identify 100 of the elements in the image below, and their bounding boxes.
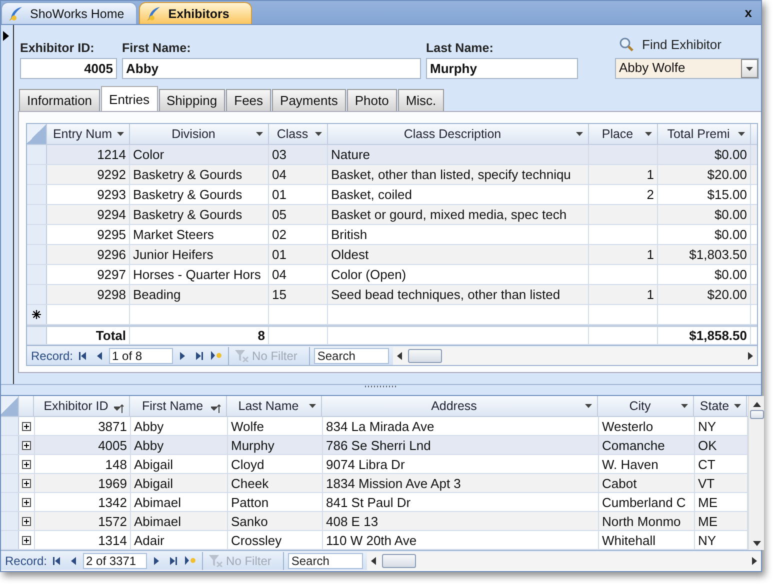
document-tab[interactable]: ShoWorks Home <box>1 2 138 24</box>
caret-icon <box>746 66 753 70</box>
column-header[interactable]: Class Description <box>328 124 589 144</box>
table-row[interactable]: 1969 Abigail Cheek 1834 Mission Ave Apt 3 Cabot VT <box>1 474 748 493</box>
table-cell: Oldest <box>328 245 589 264</box>
splitter-bar[interactable] <box>1 384 761 396</box>
table-cell: $20.00 <box>658 165 751 184</box>
caret-icon <box>256 132 263 136</box>
row-selector[interactable] <box>27 305 47 324</box>
scroll-thumb[interactable] <box>382 554 416 568</box>
table-row[interactable]: 9292 Basketry & Gourds 04 Basket, other than listed, specify techniqu 1 $20.00 <box>27 165 757 185</box>
column-header[interactable]: First Name <box>130 396 227 416</box>
last-record-button[interactable] <box>167 556 180 564</box>
horizontal-scrollbar[interactable] <box>393 346 757 364</box>
table-cell: $1,803.50 <box>658 245 751 264</box>
table-cell: 1214 <box>47 145 130 164</box>
new-record-button[interactable] <box>209 351 224 360</box>
table-cell: Cumberland C <box>599 493 695 511</box>
table-row[interactable]: 9298 Beading 15 Seed bead techniques, other than listed 1 $20.00 <box>27 285 757 305</box>
record-label: Record: <box>31 348 74 362</box>
table-cell: 1342 <box>35 493 131 511</box>
input-field[interactable]: Abby <box>122 58 421 79</box>
vertical-scrollbar[interactable] <box>748 396 764 550</box>
tab[interactable]: Entries <box>101 86 158 111</box>
table-cell: Abby <box>131 436 228 454</box>
document-tab[interactable]: Exhibitors <box>139 2 252 24</box>
search-icon <box>619 37 634 52</box>
column-header[interactable]: Address <box>322 396 598 416</box>
table-cell: $0.00 <box>658 265 751 284</box>
table-cell: 01 <box>269 185 328 204</box>
dropdown-button[interactable] <box>741 59 758 78</box>
table-row[interactable]: 9296 Junior Heifers 01 Oldest 1 $1,803.50 <box>27 245 757 265</box>
column-header[interactable]: Entry Num <box>47 124 130 144</box>
scroll-thumb[interactable] <box>750 410 764 419</box>
search-field[interactable]: Search <box>314 348 390 364</box>
column-header[interactable]: Class <box>269 124 328 144</box>
table-cell: 9298 <box>47 285 130 304</box>
last-record-button[interactable] <box>193 352 206 360</box>
expand-icon[interactable] <box>22 536 31 544</box>
column-header[interactable]: Division <box>130 124 269 144</box>
table-cell: British <box>328 225 589 244</box>
input-field[interactable]: Murphy <box>426 58 578 79</box>
tab[interactable]: Information <box>19 89 100 111</box>
tab[interactable]: Fees <box>226 89 272 111</box>
table-cell: Market Steers <box>130 225 269 244</box>
caret-icon <box>117 132 124 136</box>
column-header[interactable]: Exhibitor ID <box>34 396 130 416</box>
table-cell: 9294 <box>47 205 130 224</box>
input-field[interactable]: 4005 <box>20 58 117 79</box>
table-cell: 03 <box>269 145 328 164</box>
search-field[interactable]: Search <box>288 552 364 568</box>
table-cell: Junior Heifers <box>130 245 269 264</box>
table-cell: Adair <box>131 531 228 549</box>
tab[interactable]: Photo <box>346 89 397 111</box>
table-cell: $20.00 <box>658 285 751 304</box>
table-row[interactable]: 4005 Abby Murphy 786 Se Sherri Lnd Comanche OK <box>1 436 748 455</box>
table-cell: 841 St Paul Dr <box>323 493 599 511</box>
column-header[interactable]: City <box>598 396 694 416</box>
horizontal-scrollbar[interactable] <box>367 552 761 570</box>
table-row[interactable]: 1214 Color 03 Nature $0.00 <box>27 145 757 165</box>
table-cell: Cheek <box>228 474 323 492</box>
total-cell: 8 <box>130 327 269 344</box>
table-cell: Murphy <box>228 436 323 454</box>
table-cell: North Monmo <box>599 512 695 530</box>
scroll-thumb[interactable] <box>408 348 442 362</box>
exhibitor-dropdown[interactable]: Abby Wolfe <box>615 58 759 79</box>
close-button[interactable]: x <box>742 5 755 20</box>
table-cell: 408 E 13 <box>323 512 599 530</box>
table-cell: $0.00 <box>658 145 751 164</box>
table-cell: Abimael <box>131 493 228 511</box>
select-all-cell[interactable] <box>1 396 19 416</box>
record-pointer-icon <box>3 31 9 41</box>
table-cell: 9296 <box>47 245 130 264</box>
tab[interactable]: Shipping <box>158 89 226 111</box>
quill-icon <box>146 6 162 22</box>
select-all-cell[interactable] <box>27 124 47 144</box>
find-label: Find Exhibitor <box>642 37 722 52</box>
column-header[interactable]: Total Premi <box>658 124 751 144</box>
tab[interactable]: Misc. <box>398 89 444 111</box>
column-header[interactable]: State <box>694 396 747 416</box>
expand-icon[interactable] <box>22 460 31 468</box>
record-position-field[interactable]: 2 of 3371 <box>83 552 148 568</box>
table-cell: Basket, coiled <box>328 185 589 204</box>
expand-icon[interactable] <box>22 422 31 430</box>
record-position-field[interactable]: 1 of 8 <box>109 348 174 364</box>
table-cell: Abby <box>131 417 228 435</box>
filter-icon <box>235 350 250 362</box>
table-cell: W. Haven <box>599 455 695 473</box>
expand-icon[interactable] <box>22 498 31 506</box>
caret-icon <box>645 132 652 136</box>
column-header[interactable]: Place <box>589 124 658 144</box>
table-cell: 04 <box>269 265 328 284</box>
expand-icon[interactable] <box>22 478 31 488</box>
table-row[interactable]: 1572 Abimael Sanko 408 E 13 North Monmo ME <box>1 512 748 531</box>
table-row[interactable]: 9294 Basketry & Gourds 05 Basket or gourd, mixed media, spec tech $0.00 <box>27 205 757 225</box>
tab[interactable]: Payments <box>272 89 346 111</box>
expand-icon[interactable] <box>22 440 31 450</box>
expand-icon[interactable] <box>22 516 31 526</box>
new-record-button[interactable] <box>183 556 198 565</box>
column-header[interactable]: Last Name <box>227 396 322 416</box>
